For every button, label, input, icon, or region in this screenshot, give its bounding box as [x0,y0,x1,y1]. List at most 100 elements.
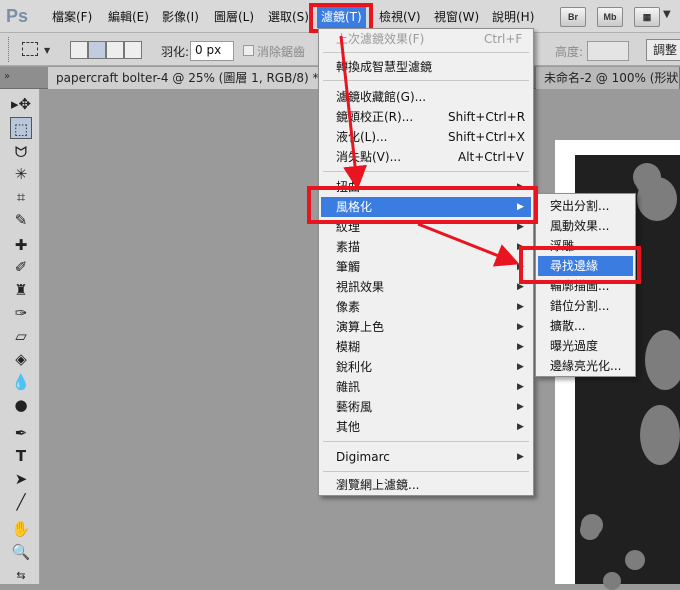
zoom-tool-icon[interactable]: 🔍 [10,541,32,563]
rect-marquee-tool-icon[interactable]: ⬚ [10,117,32,139]
menu-item-noise[interactable]: 雜訊 ▶ [321,377,531,397]
menu-item-liquify[interactable]: 液化(L)... Shift+Ctrl+X [321,127,531,147]
paint-bucket-icon[interactable]: ◈ [10,348,32,370]
menu-item-label: 瀏覽網上濾鏡... [336,478,420,492]
submenu-arrow-icon: ▶ [517,342,524,352]
menu-separator [323,471,529,472]
menu-item-vanishing-point[interactable]: 消失點(V)... Alt+Ctrl+V [321,147,531,167]
stylize-submenu: 突出分割... 風動效果... 浮雕... 尋找邊緣 輪廓描圖... 錯位分割.… [535,193,636,377]
history-brush-icon[interactable]: ✑ [10,302,32,324]
submenu-arrow-icon: ▶ [517,382,524,392]
tab-papercraft[interactable]: papercraft bolter-4 @ 25% (圖層 1, RGB/8) … [48,67,328,89]
pen-tool-icon[interactable]: ✒ [10,422,32,444]
blur-tool-icon[interactable]: 💧 [10,371,32,393]
grip-handle [8,37,11,62]
menu-item-solarize[interactable]: 曝光過度 [538,336,633,356]
stylize-annotation [307,186,538,224]
tool-preset-arrow-icon[interactable]: ▼ [44,46,50,55]
menu-item-tiles[interactable]: 錯位分割... [538,296,633,316]
stamp-tool-icon[interactable]: ♜ [10,279,32,301]
menu-edit[interactable]: 編輯(E) [108,8,149,26]
image-shape [640,405,680,465]
marquee-tool-icon[interactable] [22,42,38,56]
add-selection-icon[interactable] [88,41,106,59]
image-shape [625,550,645,570]
mini-bridge-button[interactable]: Mb [597,7,623,27]
feather-input[interactable]: 0 px [190,41,234,61]
move-tool-icon[interactable]: ▸✥ [10,93,32,115]
menu-file[interactable]: 檔案(F) [52,8,92,26]
image-shape [636,172,658,194]
menu-item-convert-smart-filters[interactable]: 轉換成智慧型濾鏡 [321,57,531,77]
menu-item-brush-strokes[interactable]: 筆觸 ▶ [321,257,531,277]
menu-select[interactable]: 選取(S) [268,8,309,26]
path-select-icon[interactable]: ➤ [10,468,32,490]
menu-help[interactable]: 說明(H) [492,8,534,26]
menu-item-extrude[interactable]: 突出分割... [538,196,633,216]
collapse-icon[interactable]: » [4,71,10,82]
menu-layer[interactable]: 圖層(L) [214,8,254,26]
brush-tool-icon[interactable]: ✐ [10,256,32,278]
crop-tool-icon[interactable]: ⌗ [10,186,32,208]
dodge-tool-icon[interactable]: ● [10,394,32,416]
find-edges-annotation [519,246,641,284]
menu-item-artistic[interactable]: 藝術風 ▶ [321,397,531,417]
tools-panel: ▸✥ ⬚ ᗢ ✳ ⌗ ✎ ✚ ✐ ♜ ✑ ▱ ◈ 💧 ● ✒ T ➤ ╱ ✋ 🔍… [0,89,40,584]
type-tool-icon[interactable]: T [10,445,32,467]
eraser-tool-icon[interactable]: ▱ [10,325,32,347]
menu-item-label: 雜訊 [336,380,361,394]
line-tool-icon[interactable]: ╱ [10,491,32,513]
antialias-label: 消除鋸齒 [257,45,306,59]
image-shape [603,572,621,590]
menu-item-last-filter[interactable]: 上次濾鏡效果(F) Ctrl+F [321,29,531,49]
menu-item-glowing-edges[interactable]: 邊緣亮光化... [538,356,633,376]
hand-tool-icon[interactable]: ✋ [10,518,32,540]
height-input[interactable] [587,41,629,61]
magic-wand-icon[interactable]: ✳ [10,163,32,185]
menu-item-pixelate[interactable]: 像素 ▶ [321,297,531,317]
menu-item-sharpen[interactable]: 銳利化 ▶ [321,357,531,377]
bridge-button[interactable]: Br [560,7,586,27]
refine-edge-button[interactable]: 調整 [646,39,680,61]
menu-item-label: 筆觸 [336,260,361,274]
menu-item-diffuse[interactable]: 擴散... [538,316,633,336]
menu-item-label: 銳利化 [336,360,373,374]
menu-item-filter-gallery[interactable]: 濾鏡收藏館(G)... [321,87,531,107]
menu-item-label: 視訊效果 [336,280,385,294]
menu-separator [323,441,529,442]
film-icon[interactable]: ▦ [634,7,660,27]
healing-brush-icon[interactable]: ✚ [10,234,32,256]
lasso-tool-icon[interactable]: ᗢ [10,141,32,163]
menu-item-render[interactable]: 演算上色 ▶ [321,317,531,337]
menu-item-label: 液化(L)... [336,130,388,144]
menu-item-label: 素描 [336,240,361,254]
new-selection-icon[interactable] [70,41,88,59]
menu-item-shortcut: Ctrl+F [484,32,523,46]
menu-item-video[interactable]: 視訊效果 ▶ [321,277,531,297]
menu-item-label: 消失點(V)... [336,150,402,164]
chevron-down-icon[interactable]: ▼ [663,9,671,20]
menu-window[interactable]: 視窗(W) [434,8,479,26]
menu-item-label: 濾鏡收藏館(G)... [336,90,427,104]
menu-item-label: Digimarc [336,450,390,464]
menu-item-wind[interactable]: 風動效果... [538,216,633,236]
tab-untitled-2[interactable]: 未命名-2 @ 100% (形狀 [536,67,680,89]
menu-image[interactable]: 影像(I) [162,8,199,26]
menu-item-sketch[interactable]: 素描 ▶ [321,237,531,257]
subtract-selection-icon[interactable] [106,41,124,59]
menu-item-digimarc[interactable]: Digimarc ▶ [321,447,531,467]
menu-item-browse-filters-online[interactable]: 瀏覽網上濾鏡... [321,475,531,495]
menu-separator [323,80,529,81]
menu-item-shortcut: Shift+Ctrl+R [448,110,526,124]
image-shape [645,330,680,390]
menu-item-lens-correction[interactable]: 鏡頭校正(R)... Shift+Ctrl+R [321,107,531,127]
menu-item-shortcut: Shift+Ctrl+X [448,130,525,144]
menu-view[interactable]: 檢視(V) [379,8,421,26]
antialias-checkbox[interactable] [243,45,254,56]
filter-menu: 上次濾鏡效果(F) Ctrl+F 轉換成智慧型濾鏡 濾鏡收藏館(G)... 鏡頭… [318,28,534,496]
eyedropper-icon[interactable]: ✎ [10,209,32,231]
menu-item-shortcut: Alt+Ctrl+V [458,150,524,164]
menu-item-blur[interactable]: 模糊 ▶ [321,337,531,357]
intersect-selection-icon[interactable] [124,41,142,59]
menu-item-other[interactable]: 其他 ▶ [321,417,531,437]
